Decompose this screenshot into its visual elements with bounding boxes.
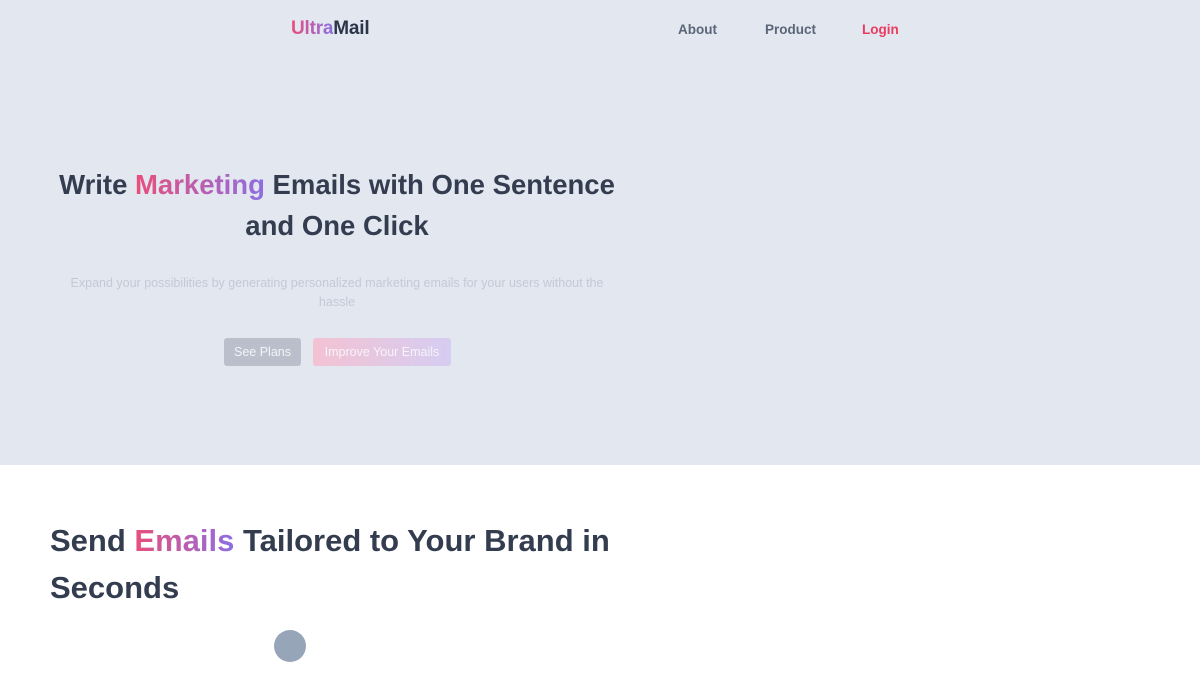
hero-title-highlight: Marketing xyxy=(135,169,265,200)
section-title-highlight: Emails xyxy=(134,523,235,558)
nav-link-about[interactable]: About xyxy=(678,22,717,37)
hero-title-post: Emails with One Sentence and One Click xyxy=(245,169,615,241)
hero-title: Write Marketing Emails with One Sentence… xyxy=(40,164,634,246)
see-plans-button[interactable]: See Plans xyxy=(224,338,301,366)
nav-link-login[interactable]: Login xyxy=(862,22,899,37)
brand-logo[interactable]: UltraMail xyxy=(291,18,370,40)
hero-title-pre: Write xyxy=(59,169,136,200)
brand-logo-accent: Ultra xyxy=(291,18,334,39)
indicator-dot xyxy=(274,630,306,662)
section-title: Send Emails Tailored to Your Brand in Se… xyxy=(50,517,610,611)
hero-subtitle: Expand your possibilities by generating … xyxy=(70,276,604,309)
improve-emails-button[interactable]: Improve Your Emails xyxy=(313,338,451,366)
hero-section: UltraMail About Product Login Write Mark… xyxy=(0,0,1200,465)
brand-logo-rest: Mail xyxy=(333,18,370,39)
section-title-pre: Send xyxy=(50,523,135,558)
nav-link-product[interactable]: Product xyxy=(765,22,816,37)
